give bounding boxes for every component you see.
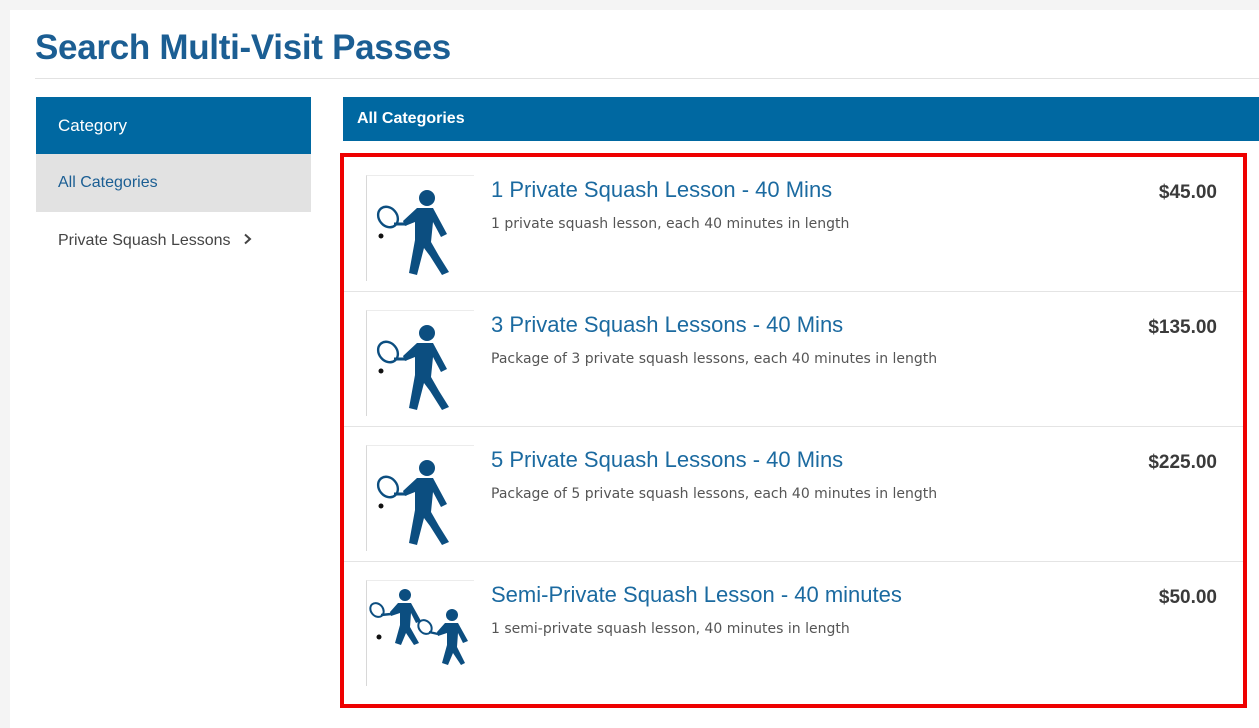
pass-description: Package of 3 private squash lessons, eac… <box>491 351 938 367</box>
results-header: All Categories <box>343 97 1259 141</box>
sidebar-header: Category <box>36 97 311 154</box>
pass-price: $225.00 <box>1148 452 1217 473</box>
pass-price: $50.00 <box>1158 587 1217 608</box>
chevron-right-icon <box>243 212 252 270</box>
pass-name-link[interactable]: 5 Private Squash Lessons - 40 Mins <box>491 447 843 473</box>
squash-player-icon[interactable] <box>366 445 474 551</box>
pass-description: 1 private squash lesson, each 40 minutes… <box>491 216 850 232</box>
pass-price: $135.00 <box>1148 317 1217 338</box>
pass-row[interactable]: 5 Private Squash Lessons - 40 Mins Packa… <box>344 427 1243 562</box>
sidebar-item-all-categories[interactable]: All Categories <box>36 154 311 212</box>
pass-row[interactable]: Semi-Private Squash Lesson - 40 minutes … <box>344 562 1243 697</box>
title-divider <box>35 78 1259 79</box>
squash-player-icon[interactable] <box>366 175 474 281</box>
pass-description: Package of 5 private squash lessons, eac… <box>491 486 938 502</box>
pass-row[interactable]: 3 Private Squash Lessons - 40 Mins Packa… <box>344 292 1243 427</box>
page: Search Multi-Visit Passes Category All C… <box>10 10 1259 728</box>
sidebar-item-private-squash-lessons[interactable]: Private Squash Lessons <box>36 212 311 270</box>
pass-description: 1 semi-private squash lesson, 40 minutes… <box>491 621 850 637</box>
category-sidebar: Category All Categories Private Squash L… <box>36 97 311 270</box>
pass-list-panel: All Categories 1 Private Squash Lesson -… <box>340 97 1259 708</box>
squash-player-icon[interactable] <box>366 310 474 416</box>
two-squash-players-icon[interactable] <box>366 580 474 686</box>
pass-price: $45.00 <box>1158 182 1217 203</box>
sidebar-item-label: All Categories <box>58 174 158 191</box>
page-title: Search Multi-Visit Passes <box>35 28 451 67</box>
pass-name-link[interactable]: Semi-Private Squash Lesson - 40 minutes <box>491 582 902 608</box>
pass-name-link[interactable]: 3 Private Squash Lessons - 40 Mins <box>491 312 843 338</box>
sidebar-item-label: Private Squash Lessons <box>58 232 231 250</box>
pass-row[interactable]: 1 Private Squash Lesson - 40 Mins 1 priv… <box>344 157 1243 292</box>
pass-list: 1 Private Squash Lesson - 40 Mins 1 priv… <box>344 157 1243 697</box>
pass-name-link[interactable]: 1 Private Squash Lesson - 40 Mins <box>491 177 832 203</box>
